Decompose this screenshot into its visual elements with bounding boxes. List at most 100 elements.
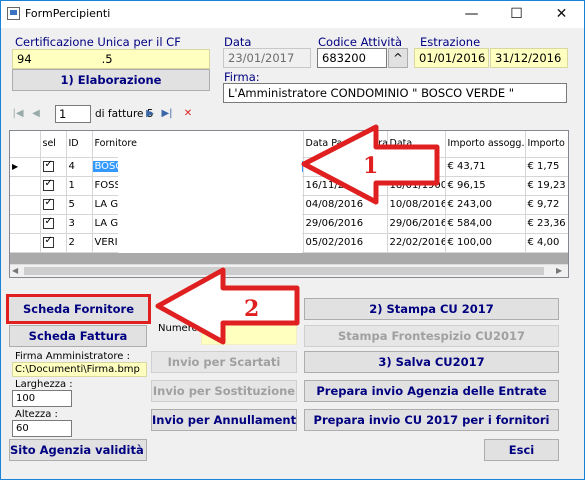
invio-sostituzione-button[interactable]: Invio per Sostituzione (151, 380, 297, 402)
checkbox-icon[interactable] (42, 159, 54, 172)
cell-data-pag (303, 157, 388, 177)
larghezza-field[interactable]: 100 (12, 390, 72, 407)
checkbox-icon[interactable] (42, 216, 54, 229)
altezza-label: Altezza : (15, 409, 58, 420)
estrazione-from-field[interactable]: 01/01/2016 (414, 48, 489, 68)
cell-importo: € 243,00 (445, 195, 526, 215)
form-percipienti-window: FormPercipienti — ☐ ✕ Certificazione Uni… (0, 0, 585, 480)
cu-cf-value-start: 94 (17, 52, 32, 66)
next-record-icon[interactable]: ▶ (143, 105, 157, 123)
delete-record-icon[interactable]: ✕ (181, 105, 195, 123)
row-selector[interactable] (10, 233, 41, 253)
prepara-agenzia-button[interactable]: Prepara invio Agenzia delle Entrate (304, 380, 559, 402)
prepara-fornitori-button[interactable]: Prepara invio CU 2017 per i fornitori (304, 409, 559, 431)
cell-id: 3 (66, 214, 93, 234)
cell-importo: € 100,00 (445, 233, 526, 253)
close-icon[interactable]: ✕ (539, 1, 584, 28)
cell-importo: € 96,15 (445, 176, 526, 196)
cell-data: 10/08/2016 (387, 195, 446, 215)
row-selector[interactable] (10, 214, 41, 234)
title-bar: FormPercipienti — ☐ ✕ (1, 1, 584, 28)
maximize-icon[interactable]: ☐ (494, 1, 539, 28)
cell-data-pag: 05/02/2016 (303, 233, 388, 253)
cell-data: 18/01/1900 (387, 176, 446, 196)
data-label: Data (224, 35, 252, 49)
cell-importo-rit: € 23,36 (525, 214, 568, 234)
scroll-left-icon[interactable]: ◀ (12, 266, 18, 275)
cell-data (387, 157, 446, 177)
cell-importo-rit: € 4,00 (525, 233, 568, 253)
checkbox-icon[interactable] (42, 178, 54, 191)
cu-cf-field[interactable]: 94.5 (12, 49, 210, 69)
invio-scartati-button[interactable]: Invio per Scartati (151, 351, 297, 373)
column-header-importo-rit[interactable]: Importo Rit (525, 131, 568, 158)
cell-importo: € 584,00 (445, 214, 526, 234)
cu-label: Certificazione Unica per il CF (15, 35, 181, 49)
row-selector[interactable] (10, 176, 41, 196)
firma-field[interactable]: L'Amministratore CONDOMINIO " BOSCO VERD… (223, 83, 567, 103)
cu-cf-value-end: .5 (101, 52, 113, 66)
column-header-importo[interactable]: Importo assogg. a ritenuta (445, 131, 526, 158)
window-title: FormPercipienti (25, 7, 111, 20)
codice-attivita-spin-button[interactable]: ^ (388, 48, 408, 68)
scheda-fattura-button[interactable]: Scheda Fattura (9, 325, 147, 347)
cell-data-pag: 16/11/2016 (303, 176, 388, 196)
first-record-icon[interactable]: |◀ (11, 105, 25, 123)
arrow-2-label: 2 (244, 296, 259, 322)
sel-checkbox[interactable] (40, 195, 67, 215)
horizontal-scrollbar[interactable]: ◀ ▶ (10, 264, 568, 277)
elaborazione-button[interactable]: 1) Elaborazione (12, 69, 210, 91)
checkbox-icon[interactable] (42, 235, 54, 248)
estrazione-label: Estrazione (420, 35, 481, 49)
sel-checkbox[interactable] (40, 157, 67, 177)
stampa-frontespizio-button[interactable]: Stampa Frontespizio CU2017 (304, 325, 559, 347)
estrazione-to-field[interactable]: 31/12/2016 (490, 48, 568, 68)
altezza-field[interactable]: 60 (12, 420, 72, 437)
cell-data: 29/06/2016 (387, 214, 446, 234)
data-field[interactable]: 23/01/2017 (223, 48, 311, 68)
invio-annullamento-button[interactable]: Invio per Annullamento (151, 409, 297, 431)
row-header-corner (10, 131, 41, 158)
checkbox-icon[interactable] (42, 197, 54, 210)
cell-importo: € 43,71 (445, 157, 526, 177)
sito-agenzia-button[interactable]: Sito Agenzia validità CF (9, 439, 147, 461)
column-header-data[interactable]: Data (387, 131, 446, 158)
numero-cu-field[interactable] (201, 321, 297, 345)
firma-amm-label: Firma Amministratore : (15, 351, 131, 362)
scheda-fornitore-button[interactable]: Scheda Fornitore (6, 294, 151, 324)
cell-importo-rit: € 19,23 (525, 176, 568, 196)
cell-id: 2 (66, 233, 93, 253)
cell-id: 1 (66, 176, 93, 196)
firma-label: Firma: (224, 70, 260, 84)
esci-button[interactable]: Esci (484, 439, 559, 461)
column-header-id[interactable]: ID (66, 131, 93, 158)
minimize-icon[interactable]: — (449, 1, 494, 28)
cell-data-pag: 04/08/2016 (303, 195, 388, 215)
app-icon (7, 7, 20, 20)
scroll-thumb[interactable] (24, 267, 544, 275)
scroll-right-icon[interactable]: ▶ (556, 266, 562, 275)
row-selector-icon[interactable]: ▶ (10, 157, 41, 177)
cell-id: 4 (66, 157, 93, 177)
column-header-data-pag[interactable]: Data Pag. Fattura (303, 131, 388, 158)
sel-checkbox[interactable] (40, 214, 67, 234)
sel-checkbox[interactable] (40, 176, 67, 196)
column-header-fornitore[interactable]: Fornitore (92, 131, 304, 158)
cell-data-pag: 29/06/2016 (303, 214, 388, 234)
sel-checkbox[interactable] (40, 233, 67, 253)
last-record-icon[interactable]: ▶| (160, 105, 174, 123)
prev-record-icon[interactable]: ◀ (29, 105, 43, 123)
redacted-area (118, 157, 302, 253)
record-position-input[interactable]: 1 (55, 105, 91, 123)
larghezza-label: Larghezza : (15, 379, 73, 390)
cell-data: 22/02/2016 (387, 233, 446, 253)
cell-importo-rit: € 9,72 (525, 195, 568, 215)
codice-attivita-field[interactable]: 683200 (317, 48, 387, 68)
column-header-sel[interactable]: sel (40, 131, 67, 158)
firma-amm-field[interactable]: C:\Documenti\Firma.bmp (12, 362, 147, 377)
binding-navigator: |◀ ◀ 1 di fatture 5 ▶ ▶| ✕ (9, 105, 209, 125)
salva-cu-button[interactable]: 3) Salva CU2017 (304, 351, 559, 373)
row-selector[interactable] (10, 195, 41, 215)
grid-header-row: sel ID Fornitore Data Pag. Fattura Data … (10, 131, 568, 158)
stampa-cu-button[interactable]: 2) Stampa CU 2017 (304, 298, 559, 320)
